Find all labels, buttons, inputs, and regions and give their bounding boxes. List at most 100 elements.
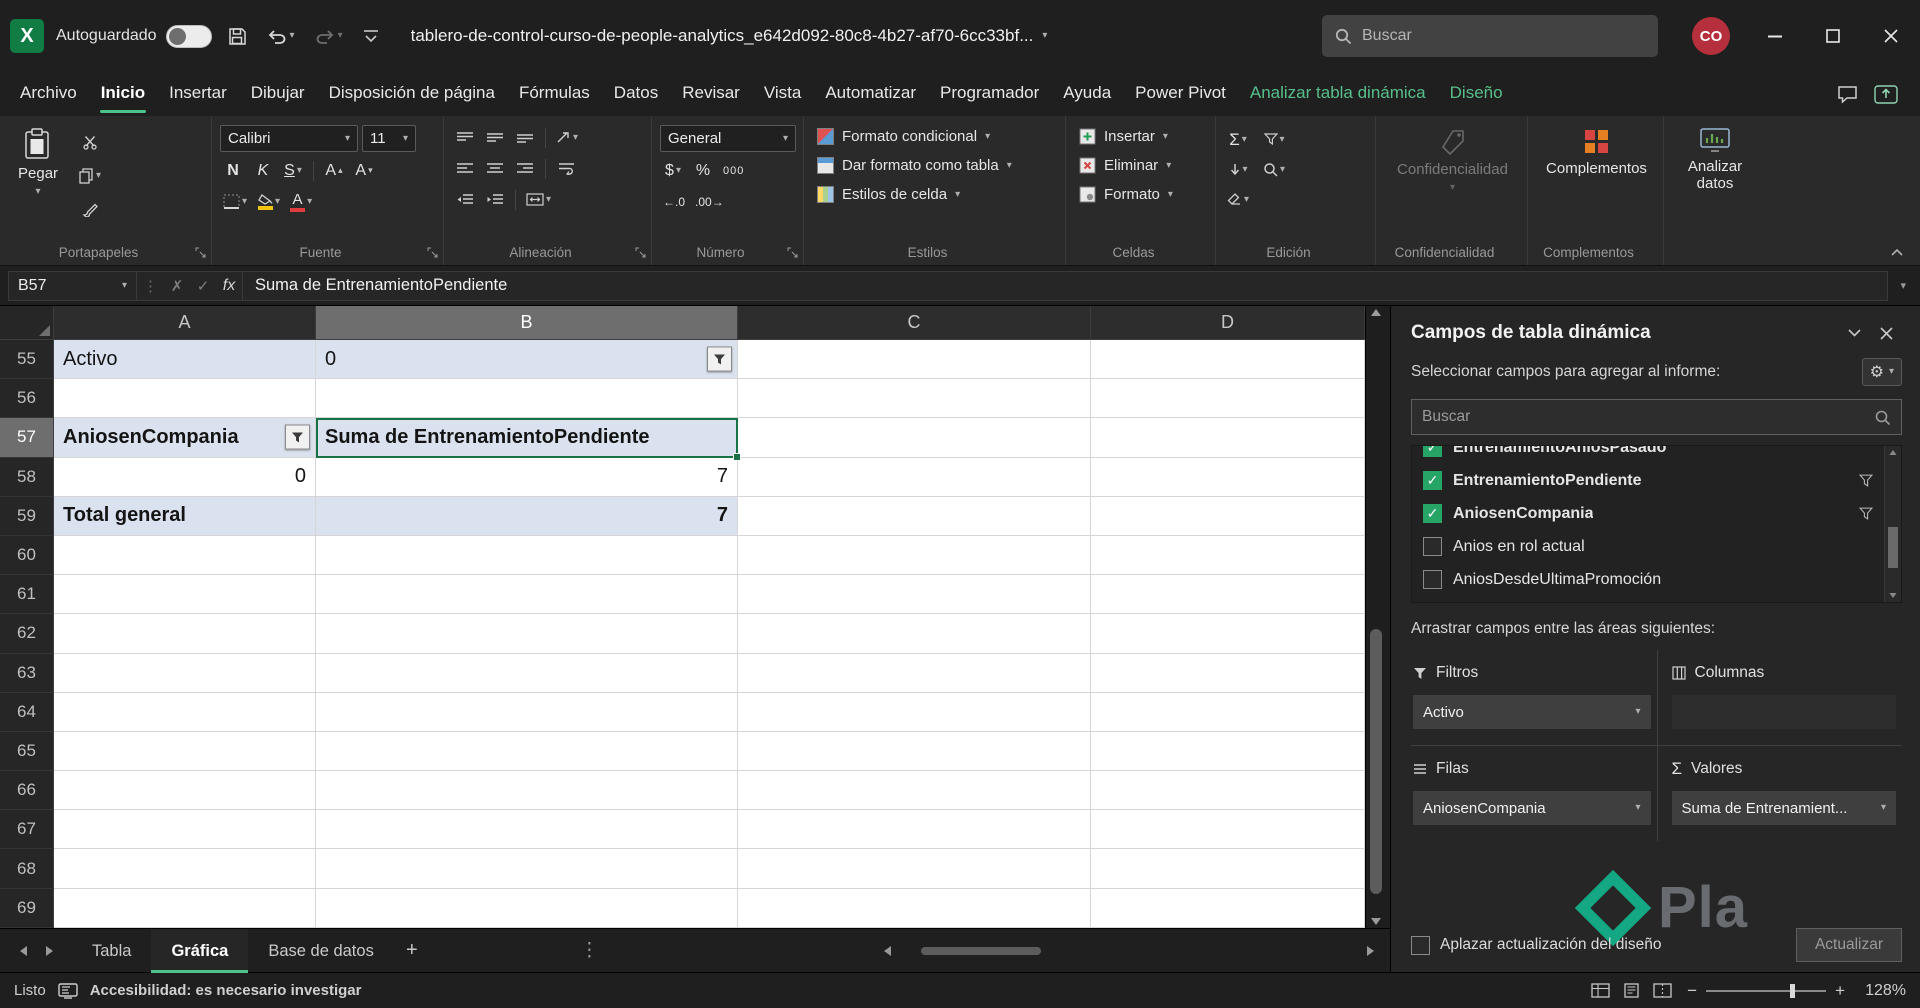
decrease-indent-button[interactable] [452,187,478,212]
scroll-down-icon[interactable] [1889,593,1897,598]
column-header-b[interactable]: B [316,306,738,340]
avatar[interactable]: CO [1692,17,1730,55]
row-header-66[interactable]: 66 [0,771,54,811]
cell-A62[interactable] [54,614,316,654]
pane-search-input[interactable] [1422,408,1866,426]
sheet-tab-gráfica[interactable]: Gráfica [151,928,249,973]
column-header-c[interactable]: C [738,306,1091,340]
row-header-61[interactable]: 61 [0,575,54,615]
increase-indent-button[interactable] [482,187,508,212]
borders-button[interactable]: ▾ [220,189,250,214]
ribbon-tab-revisar[interactable]: Revisar [670,72,752,116]
sheet-tabs-menu-icon[interactable]: ⋮ [580,939,599,962]
cell-B57[interactable]: Suma de EntrenamientoPendiente [316,418,741,461]
field-scrollbar-thumb[interactable] [1888,526,1898,568]
zoom-slider[interactable] [1706,983,1827,998]
sheet-nav-left-icon[interactable] [10,945,36,956]
cell-A69[interactable] [54,888,316,928]
sheet-tab-base-de-datos[interactable]: Base de datos [248,929,394,973]
horizontal-scrollbar-thumb[interactable] [921,946,1041,955]
ribbon-tab-dibujar[interactable]: Dibujar [239,72,317,116]
field-checkbox[interactable]: ✓ [1423,446,1442,457]
cell-filter-button[interactable] [285,424,310,450]
cell-A58[interactable]: 0 [54,457,316,497]
ribbon-tab-vista[interactable]: Vista [752,72,814,116]
cell-C55[interactable] [738,340,1091,380]
conditional-formatting-button[interactable]: Formato condicional ▾ [812,125,1017,148]
ribbon-tab-power-pivot[interactable]: Power Pivot [1123,72,1238,116]
cell-D61[interactable] [1091,575,1365,615]
cell-C63[interactable] [738,653,1091,693]
cell-filter-button[interactable] [707,346,732,372]
field-item-aniosencompania[interactable]: ✓ AniosenCompania [1416,497,1880,530]
dialog-launcher-icon[interactable] [427,247,438,258]
align-middle-button[interactable] [482,125,508,150]
cell-B61[interactable] [316,575,738,615]
field-checkbox[interactable]: ✓ [1423,504,1442,523]
cell-C66[interactable] [738,771,1091,811]
accessibility-checker-icon[interactable] [57,982,78,999]
row-header-55[interactable]: 55 [0,340,54,380]
values-area-item[interactable]: Suma de Entrenamient... ▾ [1671,791,1896,825]
cell-D67[interactable] [1091,810,1365,850]
ribbon-tab-inicio[interactable]: Inicio [89,72,157,116]
cancel-icon[interactable]: ✗ [164,277,190,295]
rows-area-item[interactable]: AniosenCompania ▾ [1413,791,1651,825]
cell-C64[interactable] [738,692,1091,732]
align-center-button[interactable] [482,156,508,181]
update-button[interactable]: Actualizar [1795,928,1902,962]
cell-D56[interactable] [1091,379,1365,419]
cell-D68[interactable] [1091,849,1365,889]
share-button[interactable] [1874,84,1898,104]
field-item-entrenamientoaniospasado[interactable]: ✓ EntrenamientoAniosPasado [1416,446,1880,464]
page-break-view-icon[interactable] [1653,983,1672,998]
cell-styles-button[interactable]: Estilos de celda ▾ [812,183,1017,206]
sheet-nav-right-icon[interactable] [36,945,62,956]
ribbon-tab-automatizar[interactable]: Automatizar [813,72,928,116]
ribbon-tab-programador[interactable]: Programador [928,72,1051,116]
increase-decimal-button[interactable]: ←.0 [660,189,688,214]
paste-button[interactable]: Pegar ▾ [8,125,68,239]
page-layout-view-icon[interactable] [1622,983,1641,998]
cell-A55[interactable]: Activo [54,340,316,380]
row-header-64[interactable]: 64 [0,692,54,732]
cell-B69[interactable] [316,888,738,928]
document-title[interactable]: tablero-de-control-curso-de-people-analy… [411,26,1048,46]
ribbon-tab-datos[interactable]: Datos [602,72,670,116]
find-select-button[interactable]: ▾ [1260,157,1288,182]
vertical-scrollbar[interactable] [1365,306,1386,928]
font-size-select[interactable]: 11 ▾ [362,125,416,152]
bold-button[interactable]: N [220,158,246,183]
orientation-button[interactable]: ▾ [553,125,581,150]
formula-content[interactable]: Suma de EntrenamientoPendiente [242,271,1887,300]
fields-settings-button[interactable]: ⚙ ▾ [1861,358,1902,386]
autosum-button[interactable]: Σ ▾ [1224,127,1252,152]
decrease-decimal-button[interactable]: .00→ [692,189,727,214]
cell-D69[interactable] [1091,888,1365,928]
cell-A66[interactable] [54,771,316,811]
filters-area-item[interactable]: Activo ▾ [1413,695,1651,729]
cell-C60[interactable] [738,535,1091,576]
defer-layout-checkbox[interactable] [1411,935,1430,955]
ribbon-tab-disposición-de-página[interactable]: Disposición de página [317,72,507,116]
cell-A61[interactable] [54,575,316,615]
font-color-button[interactable]: A ▾ [287,189,315,214]
cell-B56[interactable] [316,379,738,419]
row-header-58[interactable]: 58 [0,457,54,497]
autosave-control[interactable]: Autoguardado [56,24,212,48]
cell-A60[interactable] [54,535,316,576]
cell-A56[interactable] [54,379,316,419]
cell-B65[interactable] [316,731,738,772]
row-header-65[interactable]: 65 [0,731,54,772]
cell-C61[interactable] [738,575,1091,615]
ribbon-tab-ayuda[interactable]: Ayuda [1051,72,1123,116]
font-name-select[interactable]: Calibri ▾ [220,125,358,152]
field-item-aniosdesdeultimapromoción[interactable]: AniosDesdeUltimaPromoción [1416,563,1880,596]
clear-button[interactable]: ▾ [1224,187,1252,212]
row-header-56[interactable]: 56 [0,379,54,419]
row-header-59[interactable]: 59 [0,496,54,536]
horizontal-scrollbar[interactable] [884,945,1374,956]
field-checkbox[interactable]: ✓ [1423,471,1442,490]
scroll-left-icon[interactable] [884,945,891,956]
sheet-tab-tabla[interactable]: Tabla [72,929,151,973]
